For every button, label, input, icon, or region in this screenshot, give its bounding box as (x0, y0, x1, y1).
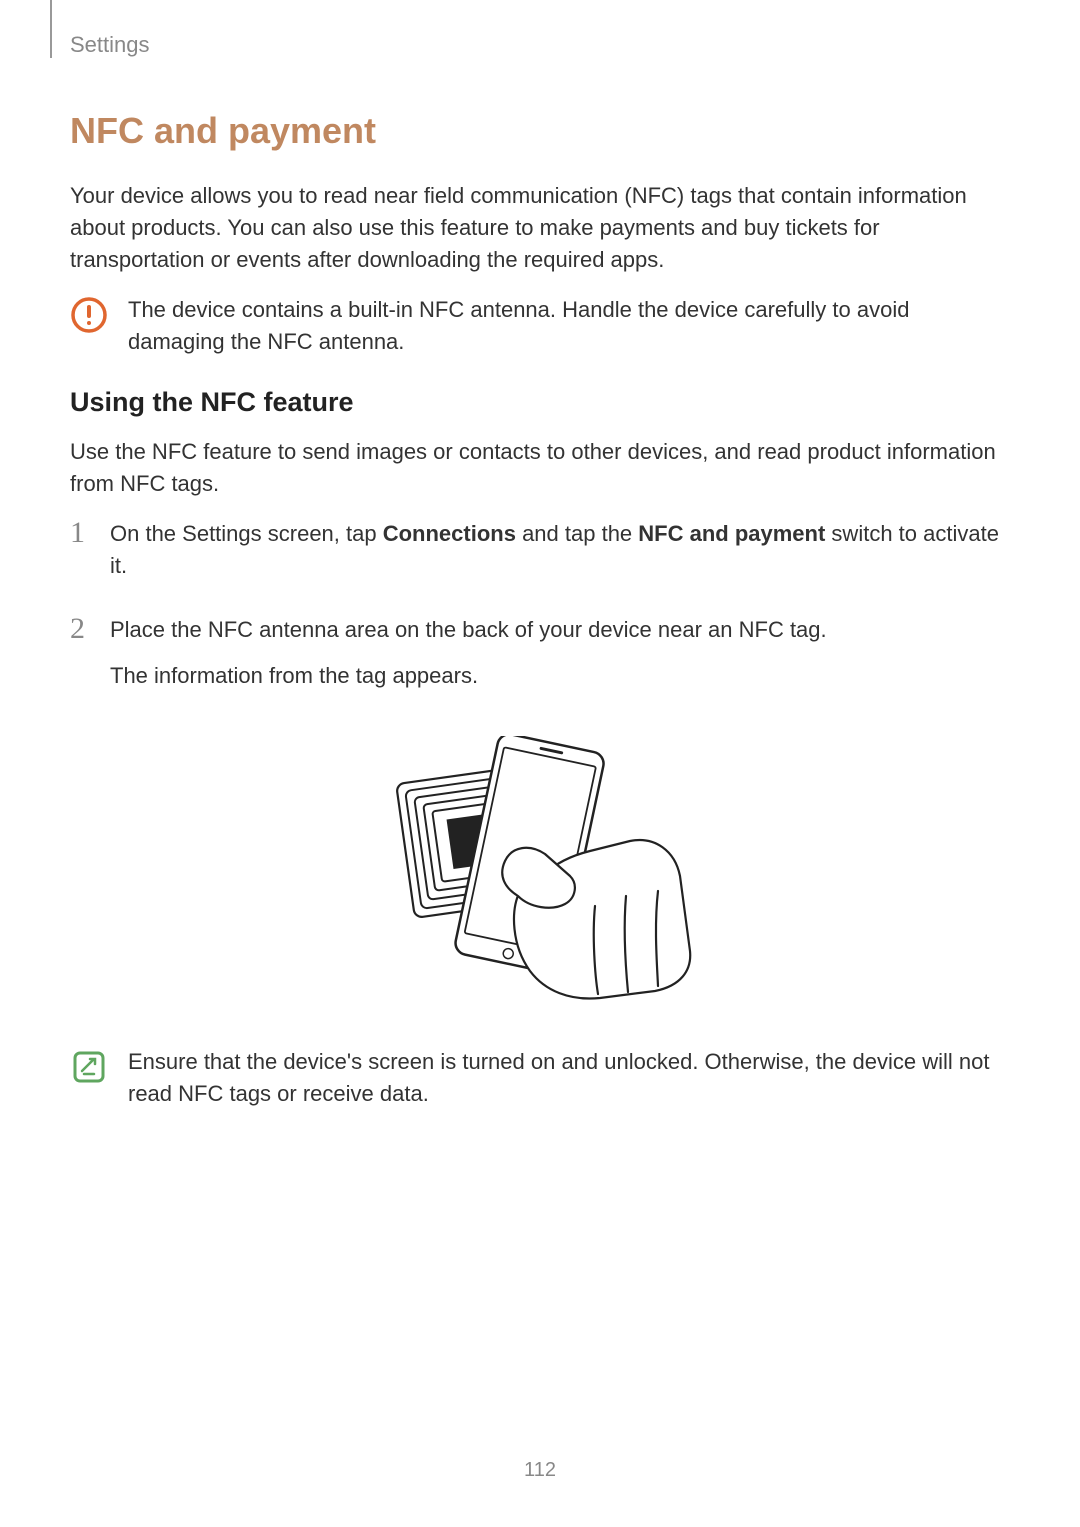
intro-paragraph: Your device allows you to read near fiel… (70, 180, 1010, 276)
nfc-illustration (70, 736, 1010, 1016)
step-number: 1 (70, 518, 92, 548)
step-body: Place the NFC antenna area on the back o… (110, 614, 827, 706)
header-divider (50, 0, 52, 58)
note-icon (70, 1048, 108, 1091)
breadcrumb: Settings (70, 32, 150, 58)
subsection-intro: Use the NFC feature to send images or co… (70, 436, 1010, 500)
warning-callout: The device contains a built-in NFC anten… (70, 294, 1010, 358)
step-body: On the Settings screen, tap Connections … (110, 518, 1010, 596)
section-title: NFC and payment (70, 110, 1010, 152)
step-1: 1 On the Settings screen, tap Connection… (70, 518, 1010, 596)
page-content: NFC and payment Your device allows you t… (0, 0, 1080, 1110)
step-number: 2 (70, 614, 92, 644)
step-text: On the Settings screen, tap (110, 521, 383, 546)
warning-icon (70, 296, 108, 339)
step-text: and tap the (516, 521, 638, 546)
step-bold: Connections (383, 521, 516, 546)
step-text: Place the NFC antenna area on the back o… (110, 614, 827, 646)
step-2: 2 Place the NFC antenna area on the back… (70, 614, 1010, 706)
note-text: Ensure that the device's screen is turne… (128, 1046, 1010, 1110)
warning-text: The device contains a built-in NFC anten… (128, 294, 1010, 358)
step-bold: NFC and payment (638, 521, 825, 546)
subsection-title: Using the NFC feature (70, 387, 1010, 418)
page-number: 112 (524, 1459, 556, 1482)
step-text: The information from the tag appears. (110, 660, 827, 692)
note-callout: Ensure that the device's screen is turne… (70, 1046, 1010, 1110)
